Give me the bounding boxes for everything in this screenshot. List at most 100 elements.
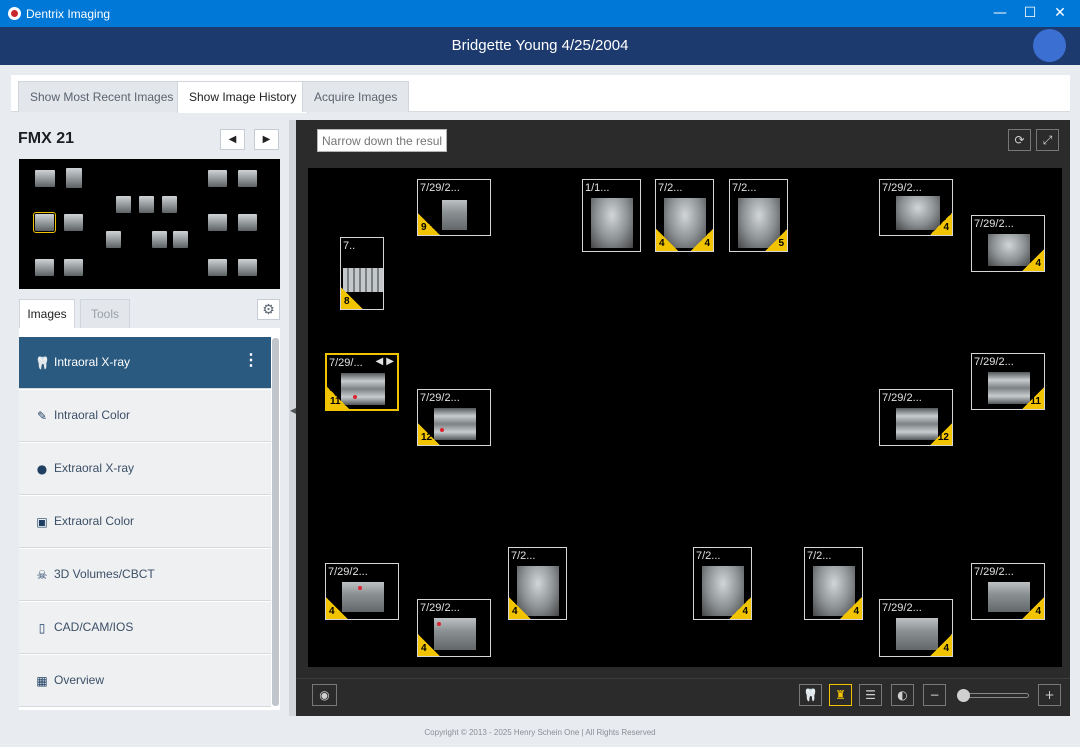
thumbnail[interactable]: [116, 196, 131, 213]
tooth-chart-button[interactable]: 🦷: [799, 684, 822, 706]
xray-image[interactable]: 7/29/2... 4: [971, 563, 1045, 620]
xray-image[interactable]: 7/29/2... 12: [417, 389, 491, 446]
more-options-icon[interactable]: ⋮: [243, 351, 259, 371]
refresh-button[interactable]: ⟳: [1008, 129, 1031, 151]
category-overview[interactable]: ▦ Overview: [19, 655, 271, 707]
patient-header: Bridgette Young 4/25/2004: [0, 27, 1080, 65]
xray-image[interactable]: 7/2... 5: [729, 179, 788, 252]
image-count: 8: [344, 296, 350, 307]
zoom-in-button[interactable]: +: [1038, 684, 1061, 706]
zoom-slider-handle[interactable]: [957, 689, 970, 702]
grid-icon: ▦: [36, 674, 48, 688]
close-button[interactable]: ✕: [1040, 0, 1080, 27]
xray-date: 1/1...: [585, 182, 610, 194]
tab-images[interactable]: Images: [19, 299, 75, 328]
xray-date: 7/2...: [807, 550, 832, 562]
thumbnail[interactable]: [35, 259, 54, 276]
fullscreen-button[interactable]: ⤢: [1036, 129, 1059, 151]
xray-thumbnail: [342, 582, 384, 612]
fmx-thumbnail-preview[interactable]: [19, 159, 280, 289]
xray-image[interactable]: 7/29/2... 12: [879, 389, 953, 446]
head-profile-icon: ●: [36, 462, 48, 476]
settings-gear-button[interactable]: ⚙: [257, 299, 280, 320]
xray-image[interactable]: 7/29/2... 4: [971, 215, 1045, 272]
crown-button[interactable]: ♜: [829, 684, 852, 706]
thumbnail[interactable]: [208, 170, 227, 187]
xray-date: 7..: [343, 240, 356, 252]
thumbnail[interactable]: [208, 214, 227, 231]
xray-image[interactable]: 7/29/2... 11: [971, 353, 1045, 410]
xray-image[interactable]: 7/2... 4: [693, 547, 752, 620]
category-extraoral-x-ray[interactable]: ● Extraoral X-ray: [19, 443, 271, 495]
xray-date: 7/29/...: [329, 357, 363, 369]
maximize-button[interactable]: ☐: [1020, 0, 1040, 27]
xray-image[interactable]: 7.. 8: [340, 237, 384, 310]
thumbnail[interactable]: [238, 170, 257, 187]
category-extraoral-color[interactable]: ▣ Extraoral Color: [19, 496, 271, 548]
thumbnail[interactable]: [64, 214, 83, 231]
xray-image[interactable]: 7/29/2... 4: [417, 599, 491, 657]
xray-date: 7/2...: [696, 550, 721, 562]
thumbnail[interactable]: [66, 168, 82, 188]
scanner-icon: ▯: [38, 621, 46, 635]
previous-fmx-button[interactable]: ◀: [220, 129, 245, 150]
patient-name: Bridgette Young 4/25/2004: [451, 37, 629, 54]
xray-image[interactable]: 7/2... 4: [804, 547, 863, 620]
thumbnail[interactable]: [208, 259, 227, 276]
xray-image[interactable]: 1/1...: [582, 179, 641, 252]
thumbnail[interactable]: [238, 214, 257, 231]
xray-image[interactable]: 7/2... 4: [508, 547, 567, 620]
category-3d-volumes-cbct[interactable]: ☠ 3D Volumes/CBCT: [19, 549, 271, 601]
user-avatar[interactable]: [1033, 29, 1066, 62]
category-intraoral-color[interactable]: ✎ Intraoral Color: [19, 390, 271, 442]
thumbnail[interactable]: [152, 231, 167, 248]
xray-image[interactable]: 7/29/2... 4: [325, 563, 399, 620]
image-view-tabs: Show Most Recent Images Show Image Histo…: [11, 75, 1070, 113]
annotation-marker: [353, 395, 357, 399]
category-intraoral-x-ray[interactable]: 🦷 Intraoral X-ray ⋮: [19, 337, 271, 389]
toggle-view-button[interactable]: ◉: [312, 684, 337, 706]
image-count: 5: [778, 238, 784, 249]
thumbnail[interactable]: [106, 231, 121, 248]
image-count: 4: [329, 606, 335, 617]
category-cad-cam-ios[interactable]: ▯ CAD/CAM/IOS: [19, 602, 271, 654]
category-label: Intraoral Color: [54, 408, 131, 422]
thumbnail[interactable]: [173, 231, 188, 248]
thumbnail-selected[interactable]: [33, 212, 56, 233]
contrast-button[interactable]: ◐: [891, 684, 914, 706]
category-label: Extraoral X-ray: [54, 461, 135, 475]
annotation-marker: [358, 586, 362, 590]
xray-date: 7/29/2...: [882, 602, 922, 614]
image-navigation-arrows-icon[interactable]: ◀ ▶: [375, 356, 394, 367]
tab-tools[interactable]: Tools: [80, 299, 130, 328]
tab-most-recent-images[interactable]: Show Most Recent Images: [18, 81, 186, 112]
tab-acquire-images[interactable]: Acquire Images: [302, 81, 410, 112]
xray-image[interactable]: 7/29/2... 9: [417, 179, 491, 236]
xray-image[interactable]: 7/29/2... 4: [879, 179, 953, 236]
zoom-out-button[interactable]: −: [923, 684, 946, 706]
expand-icon: ⤢: [1042, 133, 1053, 147]
tab-image-history[interactable]: Show Image History: [177, 81, 309, 113]
minus-icon: −: [929, 688, 940, 702]
xray-image-selected[interactable]: 7/29/... ◀ ▶ 11: [325, 353, 399, 411]
thumbnail[interactable]: [64, 259, 83, 276]
adjustments-button[interactable]: ☰: [859, 684, 882, 706]
next-fmx-button[interactable]: ▶: [254, 129, 279, 150]
thumbnail[interactable]: [238, 259, 257, 276]
thumbnail[interactable]: [162, 196, 177, 213]
image-count: 4: [512, 606, 518, 617]
thumbnail[interactable]: [139, 196, 154, 213]
category-scrollbar[interactable]: [272, 338, 279, 706]
intraoral-camera-icon: ✎: [36, 409, 48, 423]
category-label: 3D Volumes/CBCT: [54, 567, 155, 581]
refresh-icon: ⟳: [1014, 133, 1025, 147]
xray-image[interactable]: 7/2... 4 4: [655, 179, 714, 252]
narrow-results-input[interactable]: [317, 129, 447, 152]
copyright-footer: Copyright © 2013 - 2025 Henry Schein One…: [424, 728, 656, 737]
thumbnail[interactable]: [35, 170, 55, 187]
minimize-button[interactable]: —: [980, 0, 1020, 27]
image-count: 4: [421, 643, 427, 654]
tooth-icon: 🦷: [35, 356, 50, 370]
xray-image[interactable]: 7/29/2... 4: [879, 599, 953, 657]
panel-splitter[interactable]: ◀: [289, 120, 296, 716]
